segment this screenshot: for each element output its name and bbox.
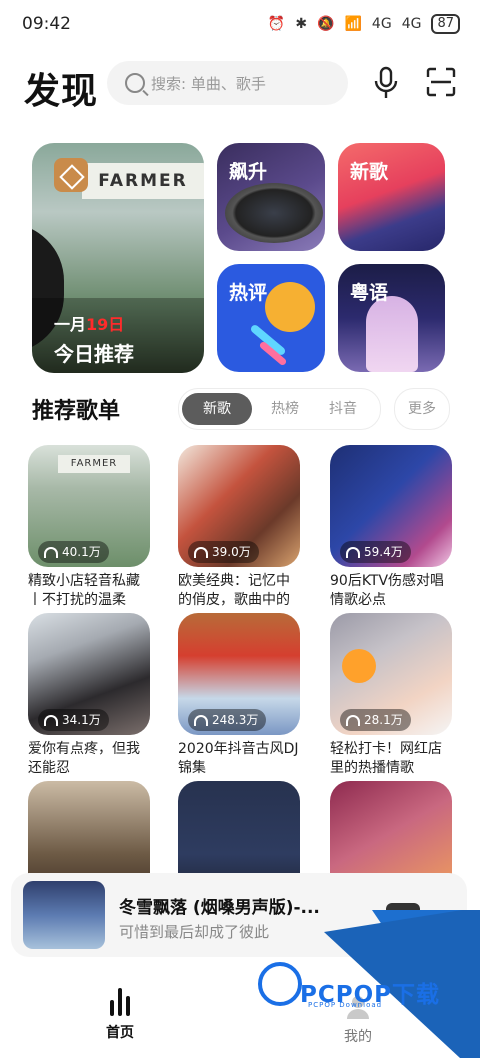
playlist-card[interactable]: 28.1万 轻松打卡！网红店里的热播情歌	[330, 613, 452, 778]
headphones-icon	[346, 714, 360, 726]
now-playing-title: 冬雪飘落 (烟嗓男声版)-...	[119, 898, 320, 918]
status-bar: 09:42 ⏰ ✱ 🔕 📶 4G 4G 87	[0, 0, 480, 50]
play-count-value: 28.1万	[364, 713, 403, 727]
watermark-logo-icon	[258, 962, 302, 1006]
play-count: 34.1万	[38, 709, 109, 731]
alarm-icon: ⏰	[267, 16, 286, 32]
nav-home-label: 首页	[106, 1025, 134, 1041]
play-count-value: 248.3万	[212, 713, 259, 727]
chart-new-card[interactable]: 新歌	[338, 143, 445, 251]
orange-fruit	[342, 649, 376, 683]
search-placeholder: 搜索: 单曲、歌手	[151, 74, 266, 93]
signal-2-icon: 4G	[401, 16, 422, 32]
diamond-icon	[54, 158, 88, 192]
headphones-icon	[194, 714, 208, 726]
playlist-name: 90后KTV伤感对唱情歌必点	[330, 573, 445, 608]
card-label: 飙升	[229, 161, 268, 183]
tab-hot[interactable]: 热榜	[257, 393, 313, 425]
chart-hot-comments-card[interactable]: 热评	[217, 264, 325, 372]
wifi-icon: 📶	[344, 16, 362, 32]
play-count-value: 39.0万	[212, 545, 251, 559]
shop-sign: FARMER	[82, 163, 204, 199]
equalizer-icon	[84, 988, 156, 1016]
date-label: 一月19日	[54, 311, 124, 335]
date-day: 19日	[86, 315, 125, 334]
daily-recommend-card[interactable]: FARMER 一月19日 今日推荐	[32, 143, 204, 373]
headphones-icon	[44, 546, 58, 558]
section-title: 推荐歌单	[32, 399, 121, 424]
playlist-card[interactable]: 59.4万 90后KTV伤感对唱情歌必点	[330, 445, 452, 610]
card-label: 热评	[229, 282, 268, 304]
playlist-cover: 39.0万	[178, 445, 300, 567]
chart-cantonese-card[interactable]: 粤语	[338, 264, 445, 372]
playlist-card[interactable]: 39.0万 欧美经典：记忆中的俏皮，歌曲中的	[178, 445, 300, 610]
playlist-name: 精致小店轻音私藏丨不打扰的温柔	[28, 573, 140, 608]
playlist-name: 轻松打卡！网红店里的热播情歌	[330, 741, 442, 776]
playlist-cover: 59.4万	[330, 445, 452, 567]
play-count: 39.0万	[188, 541, 259, 563]
nav-home[interactable]: 首页	[84, 988, 156, 1042]
turntable-image	[225, 183, 323, 243]
card-label: 粤语	[350, 282, 389, 304]
playlist-card[interactable]: FARMER 40.1万 精致小店轻音私藏丨不打扰的温柔	[28, 445, 150, 610]
headphones-icon	[346, 546, 360, 558]
playlist-card[interactable]: 34.1万 爱你有点疼，但我还能忍	[28, 613, 150, 778]
play-count: 40.1万	[38, 541, 109, 563]
playlist-cover: 34.1万	[28, 613, 150, 735]
now-playing-lyric: 可惜到最后却成了彼此	[119, 923, 270, 941]
tab-douyin[interactable]: 抖音	[315, 393, 371, 425]
headphones-icon	[194, 546, 208, 558]
play-count-value: 59.4万	[364, 545, 403, 559]
battery-indicator: 87	[431, 14, 460, 34]
card-label: 新歌	[350, 161, 389, 183]
bluetooth-icon: ✱	[295, 16, 308, 32]
date-month: 一月	[54, 315, 87, 334]
daily-label: 今日推荐	[54, 342, 134, 366]
play-count: 59.4万	[340, 541, 411, 563]
play-count-value: 40.1万	[62, 545, 101, 559]
singer-image	[366, 296, 418, 372]
microphone-icon[interactable]	[371, 66, 401, 100]
playlist-name: 欧美经典：记忆中的俏皮，歌曲中的	[178, 573, 290, 608]
status-icons: ⏰ ✱ 🔕 📶 4G 4G 87	[268, 14, 460, 34]
more-button[interactable]: 更多	[394, 388, 450, 430]
sun-shape	[265, 282, 315, 332]
watermark-sub: PCPOP Download	[308, 1001, 383, 1009]
search-bar[interactable]: 搜索: 单曲、歌手	[107, 61, 348, 105]
playlist-name: 爱你有点疼，但我还能忍	[28, 741, 140, 776]
playlist-cover: FARMER 40.1万	[28, 445, 150, 567]
page-title: 发现	[24, 71, 99, 112]
playlist-cover: 248.3万	[178, 613, 300, 735]
signal-1-icon: 4G	[371, 16, 392, 32]
search-icon	[125, 73, 145, 93]
tab-new[interactable]: 新歌	[182, 393, 252, 425]
playlist-card[interactable]: 248.3万 2020年抖音古风DJ锦集	[178, 613, 300, 778]
playlist-name: 2020年抖音古风DJ锦集	[178, 741, 299, 776]
playlist-cover: 28.1万	[330, 613, 452, 735]
play-count: 248.3万	[188, 709, 267, 731]
play-count: 28.1万	[340, 709, 411, 731]
chart-rising-card[interactable]: 飙升	[217, 143, 325, 251]
album-art	[23, 881, 105, 949]
status-time: 09:42	[22, 14, 71, 34]
mute-icon: 🔕	[317, 16, 335, 32]
headphones-icon	[44, 714, 58, 726]
shop-sign: FARMER	[58, 455, 130, 473]
scan-icon[interactable]	[426, 67, 456, 97]
playlist-tabs: 新歌 热榜 抖音	[178, 388, 381, 430]
play-count-value: 34.1万	[62, 713, 101, 727]
